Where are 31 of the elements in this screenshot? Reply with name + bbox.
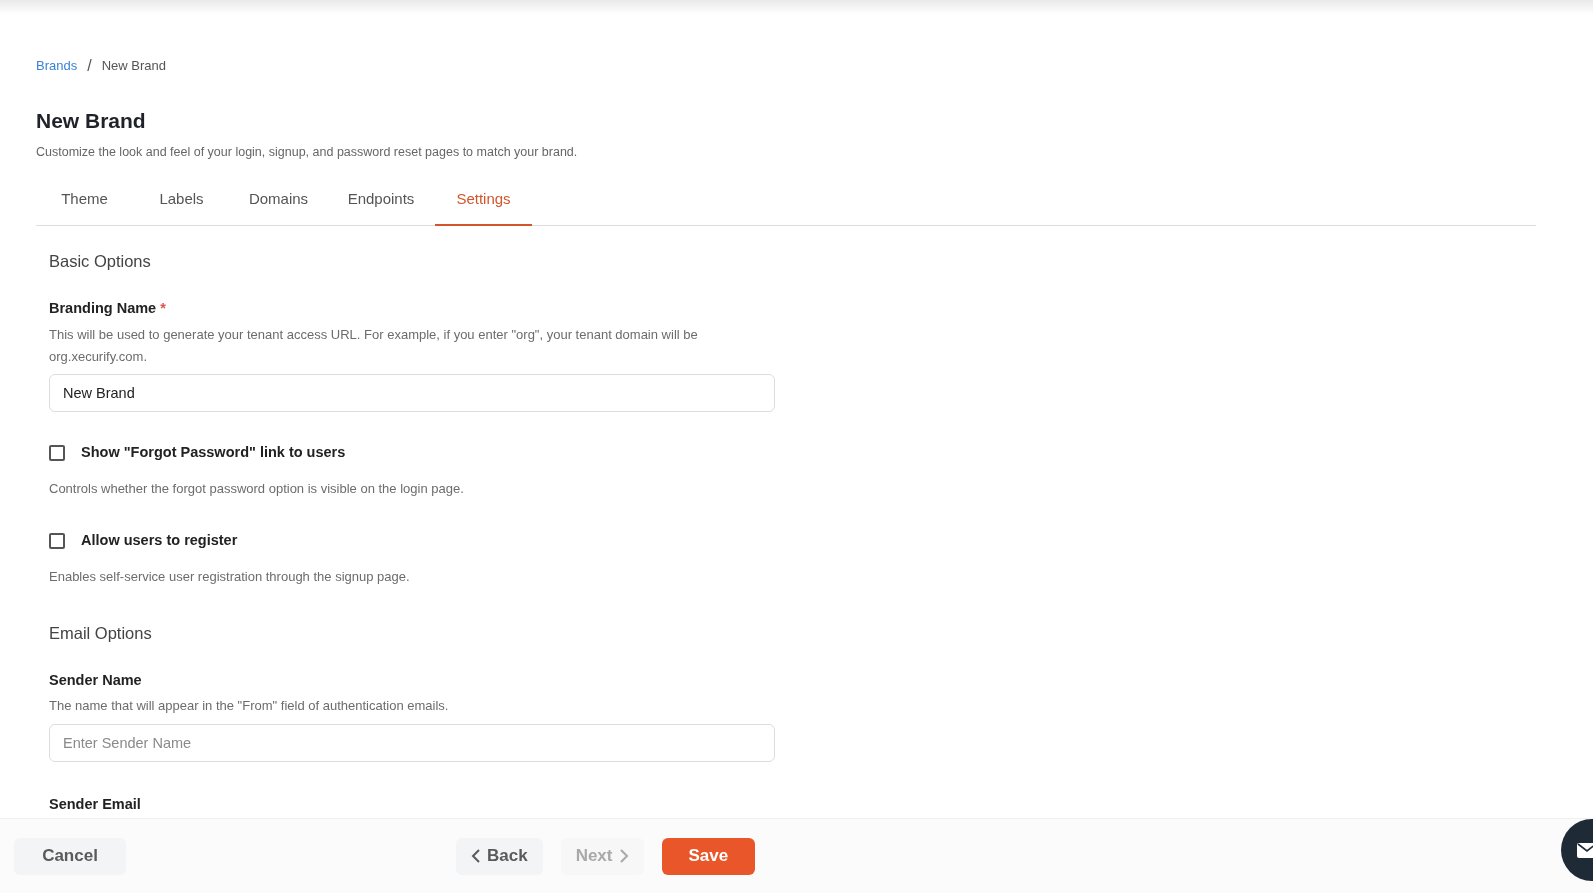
checkbox[interactable]	[49, 532, 65, 549]
checkbox-label: Allow users to register	[81, 531, 238, 550]
text-field[interactable]: Enter Sender Name	[49, 723, 775, 762]
breadcrumb-separator: /	[87, 56, 92, 76]
breadcrumb-link[interactable]: Brands	[36, 56, 78, 76]
tab[interactable]: Theme	[36, 175, 133, 227]
checkbox[interactable]	[49, 445, 65, 462]
checkbox-description: Controls whether the forgot password option is visible on the login page.	[49, 479, 465, 498]
tab[interactable]: Endpoints	[327, 175, 435, 227]
save-button[interactable]: Save	[661, 837, 756, 875]
page-subtitle: Customize the look and feel of your login, signup, and password reset pages to match your brand.	[36, 144, 579, 162]
field-description: This will be used to generate your tenant access URL. For example, if you enter "org", your tenant domain will be org.xecurify.com.	[49, 326, 699, 367]
envelope-icon	[1577, 842, 1593, 858]
chevron-left-icon	[471, 848, 481, 864]
checkbox-label: Show "Forgot Password" link to users	[81, 443, 346, 463]
back-button[interactable]: Back	[456, 837, 543, 875]
cancel-button[interactable]: Cancel	[14, 837, 126, 875]
chevron-right-icon	[618, 848, 629, 864]
field-label: Sender Email	[49, 794, 142, 814]
field-label: Sender Name	[49, 670, 143, 690]
field-label: Branding Name *	[49, 299, 167, 319]
tab[interactable]: Settings	[435, 175, 532, 227]
text-field[interactable]: New Brand	[49, 374, 775, 413]
tab[interactable]: Domains	[230, 175, 327, 227]
field-description: The name that will appear in the "From" field of authentication emails.	[49, 697, 450, 716]
breadcrumb-current: New Brand	[101, 57, 166, 76]
checkbox-description: Enables self-service user registration through the signup page.	[49, 567, 411, 586]
page-title: New Brand	[36, 108, 147, 134]
tab[interactable]: Labels	[133, 175, 230, 227]
section-heading: Basic Options	[49, 252, 152, 273]
section-heading: Email Options	[49, 623, 153, 644]
